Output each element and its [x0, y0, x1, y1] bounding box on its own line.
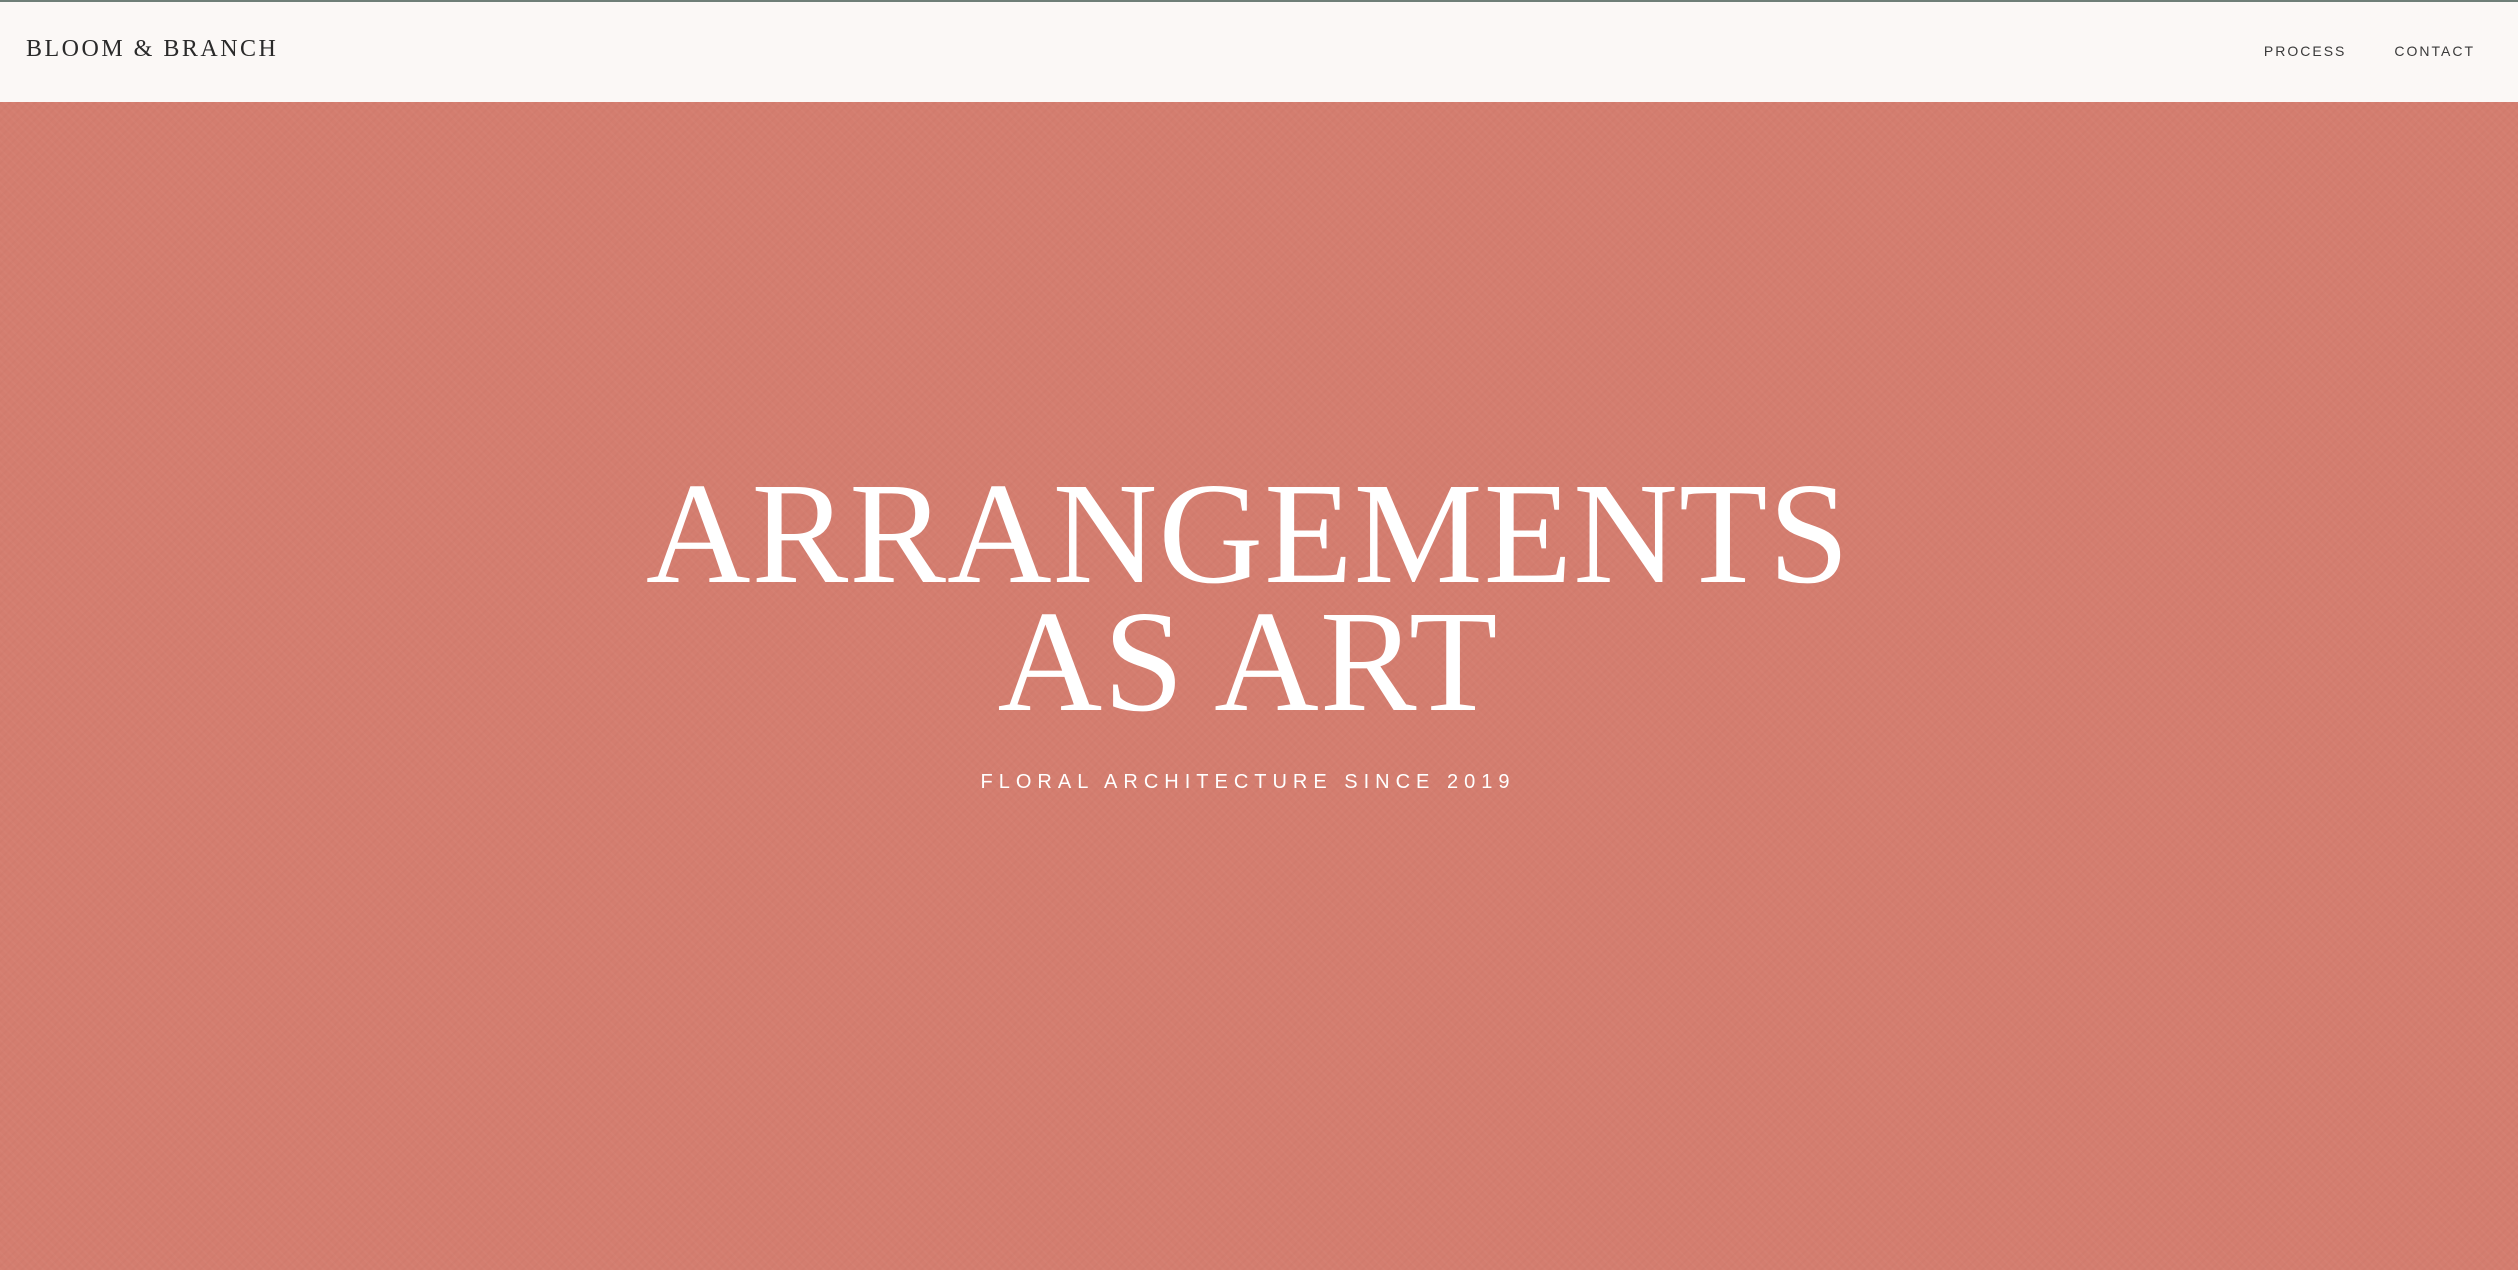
page: BLOOM & BRANCH PROCESS CONTACT ARRANGEME…: [0, 0, 2518, 1270]
hero-headline: ARRANGEMENTS AS ART: [0, 454, 2496, 742]
hero-headline-line-2: AS ART: [997, 582, 1499, 742]
site-header: BLOOM & BRANCH PROCESS CONTACT: [0, 2, 2518, 102]
main-nav: PROCESS CONTACT: [2264, 43, 2475, 59]
nav-link-contact[interactable]: CONTACT: [2394, 43, 2475, 59]
hero-section: ARRANGEMENTS AS ART FLORAL ARCHITECTURE …: [0, 102, 2518, 1270]
hero-headline-line-1: ARRANGEMENTS: [645, 454, 1851, 614]
brand-logo-link[interactable]: BLOOM & BRANCH: [26, 36, 278, 63]
hero-tagline: FLORAL ARCHITECTURE SINCE 2019: [980, 771, 1516, 793]
nav-link-process[interactable]: PROCESS: [2264, 43, 2346, 59]
